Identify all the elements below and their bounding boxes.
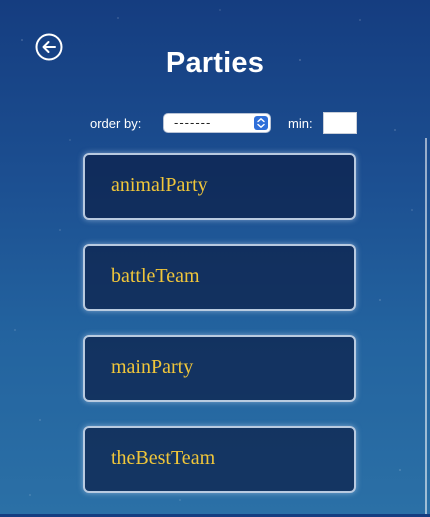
party-card[interactable]: animalParty — [83, 153, 356, 220]
party-name: animalParty — [111, 174, 208, 196]
party-card[interactable]: battleTeam — [83, 244, 356, 311]
party-name: theBestTeam — [111, 447, 216, 469]
party-name: battleTeam — [111, 265, 200, 287]
party-card[interactable]: mainParty — [83, 335, 356, 402]
scrollbar[interactable] — [425, 138, 427, 514]
order-by-selected-value: ------- — [174, 115, 212, 130]
party-card[interactable]: theBestTeam — [83, 426, 356, 493]
page-title: Parties — [165, 47, 265, 79]
order-by-label: order by: — [90, 116, 142, 131]
chevron-up-down-icon — [254, 116, 268, 130]
filter-bar: order by: ------- min: — [0, 112, 430, 136]
order-by-select[interactable]: ------- — [163, 113, 271, 133]
party-name: mainParty — [111, 356, 194, 378]
party-list: animalParty battleTeam mainParty theBest… — [83, 153, 356, 517]
min-input[interactable] — [323, 112, 357, 134]
min-label: min: — [288, 116, 313, 131]
